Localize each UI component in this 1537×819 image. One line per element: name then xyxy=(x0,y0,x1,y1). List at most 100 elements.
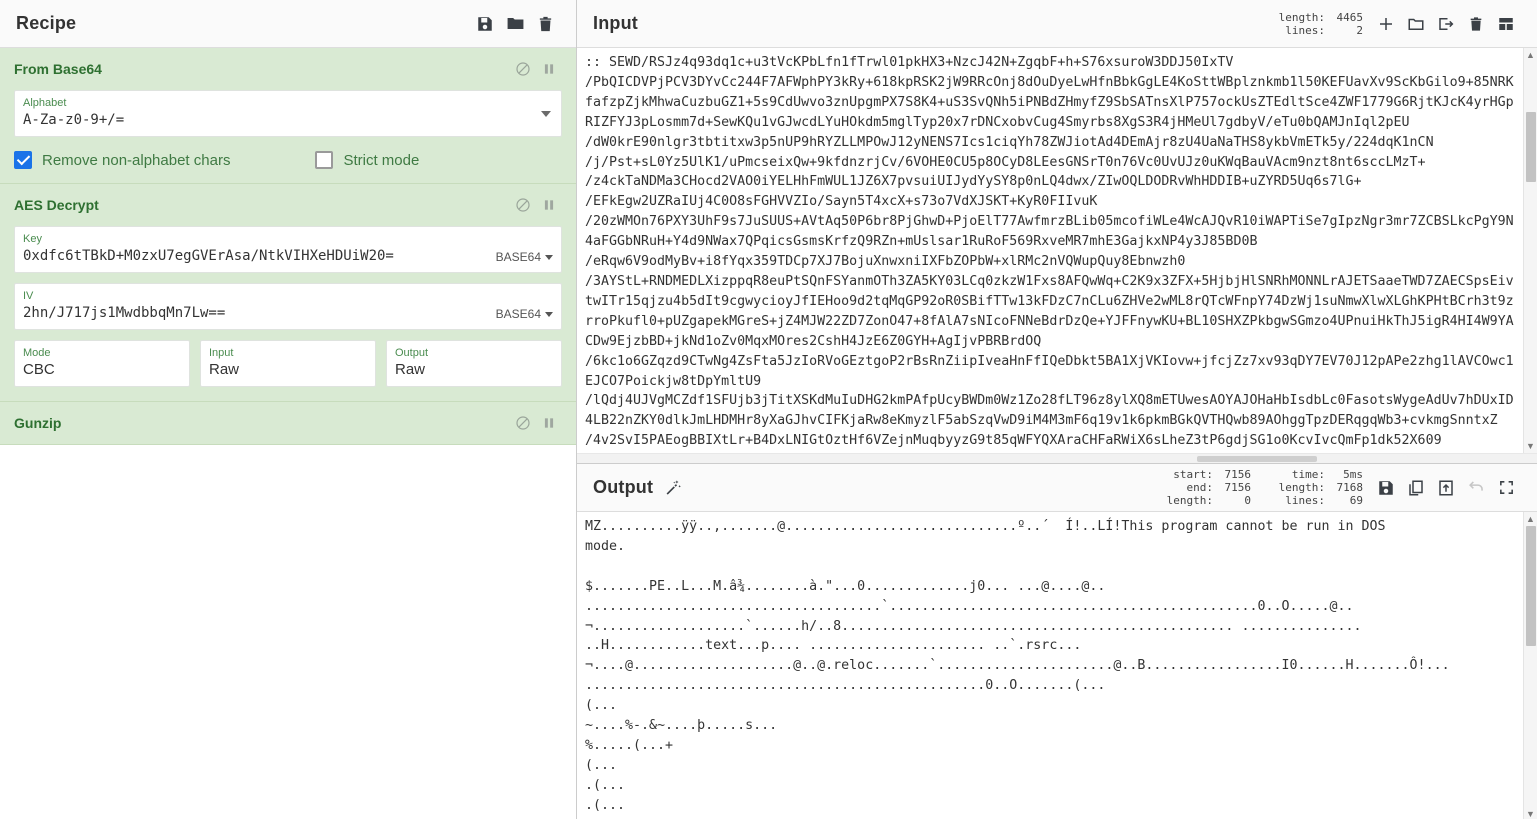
stat-value: 69 xyxy=(1349,494,1363,507)
output-stat-lines: lines: 69 xyxy=(1273,494,1363,507)
aes-output-field[interactable]: Output Raw xyxy=(386,340,562,387)
scroll-down-icon[interactable]: ▼ xyxy=(1524,807,1537,819)
iv-value[interactable]: 2hn/J717js1MwdbbqMn7Lw== xyxy=(23,303,486,323)
clear-io-button[interactable] xyxy=(1461,9,1491,39)
aes-input-value: Raw xyxy=(209,361,240,378)
checkbox-label: Strict mode xyxy=(343,151,420,169)
disable-operation-icon[interactable] xyxy=(510,412,536,434)
strict-mode-checkbox[interactable]: Strict mode xyxy=(315,151,419,169)
recipe-operation-list[interactable]: From Base64 Alphabet A-Za-z0-9+/= Remove… xyxy=(0,48,576,819)
iv-row: IV 2hn/J717js1MwdbbqMn7Lw== BASE64 xyxy=(14,283,562,330)
checkbox-box[interactable] xyxy=(14,151,32,169)
output-title-bar: Output start: 7156 end: 7156 length: 0 t… xyxy=(577,464,1537,512)
clear-recipe-button[interactable] xyxy=(530,9,560,39)
input-section: Input length: 4465 lines: 2:: SEWD/RSJz… xyxy=(577,0,1537,464)
iv-field[interactable]: IV 2hn/J717js1MwdbbqMn7Lw== BASE64 xyxy=(14,283,562,330)
input-textarea-wrap[interactable]: :: SEWD/RSJz4q93dq1c+u3tVcKPbLfn1fTrwl01… xyxy=(577,48,1537,453)
key-field[interactable]: Key 0xdfc6tTBkD+M0zxU7egGVErAsa/NtkVIHXe… xyxy=(14,226,562,273)
add-input-tab-button[interactable] xyxy=(1371,9,1401,39)
output-vertical-scrollbar[interactable]: ▲ ▼ xyxy=(1523,512,1537,819)
key-value[interactable]: 0xdfc6tTBkD+M0zxU7egGVErAsa/NtkVIHXeHDUi… xyxy=(23,246,486,266)
io-pane: Input length: 4465 lines: 2:: SEWD/RSJz… xyxy=(577,0,1537,819)
load-recipe-button[interactable] xyxy=(500,9,530,39)
breakpoint-pause-icon[interactable] xyxy=(536,412,562,434)
stat-key: lines: xyxy=(1285,494,1325,507)
output-textarea[interactable]: MZ..........ÿÿ..,.......@...............… xyxy=(577,512,1523,819)
operation-gunzip[interactable]: Gunzip xyxy=(0,402,576,445)
aes-input-label: Input xyxy=(209,347,234,359)
remove-non-alphabet-chars-checkbox[interactable]: Remove non-alphabet chars xyxy=(14,151,230,169)
operation-header: From Base64 xyxy=(14,58,562,80)
mode-label: Mode xyxy=(23,347,51,359)
iv-encoding-select[interactable]: BASE64 xyxy=(486,307,553,323)
disable-operation-icon[interactable] xyxy=(510,58,536,80)
input-horizontal-scrollbar[interactable] xyxy=(577,453,1537,463)
scrollbar-thumb[interactable] xyxy=(1197,456,1317,462)
stat-key: time: xyxy=(1291,468,1325,481)
base64-checkbox-row: Remove non-alphabet chars Strict mode xyxy=(14,151,562,169)
breakpoint-pause-icon[interactable] xyxy=(536,194,562,216)
stat-key: end: xyxy=(1186,481,1214,494)
save-recipe-button[interactable] xyxy=(470,9,500,39)
chevron-down-icon xyxy=(545,254,553,260)
output-stats-right: time: 5ms length: 7168 lines: 69 xyxy=(1273,468,1371,507)
iv-label: IV xyxy=(23,290,34,302)
undo-button[interactable] xyxy=(1461,473,1491,503)
aes-output-label: Output xyxy=(395,347,429,359)
operation-title: AES Decrypt xyxy=(14,197,99,213)
recipe-pane-title: Recipe xyxy=(16,13,77,33)
output-stat-start: start: 7156 xyxy=(1161,468,1251,481)
stat-value: 5ms xyxy=(1343,468,1363,481)
stat-value: 7168 xyxy=(1336,481,1364,494)
disable-operation-icon[interactable] xyxy=(510,194,536,216)
copy-output-button[interactable] xyxy=(1401,473,1431,503)
stat-value: 7156 xyxy=(1224,481,1252,494)
output-stats: start: 7156 end: 7156 length: 0 time: 5m… xyxy=(1161,468,1371,507)
output-stat-end: end: 7156 xyxy=(1161,481,1252,494)
save-output-button[interactable] xyxy=(1371,473,1401,503)
input-vertical-scrollbar[interactable]: ▲ ▼ xyxy=(1523,48,1537,453)
open-folder-button[interactable] xyxy=(1401,9,1431,39)
mode-input-output-row: Mode CBC Input Raw Output Raw xyxy=(14,340,562,387)
magic-wand-icon[interactable] xyxy=(663,478,682,497)
scroll-up-icon[interactable]: ▲ xyxy=(1524,48,1537,62)
recipe-pane: Recipe From Base64 Alphabet A-Za-z0-9+/=… xyxy=(0,0,577,819)
stat-key: lines: xyxy=(1285,23,1325,37)
key-row: Key 0xdfc6tTBkD+M0zxU7egGVErAsa/NtkVIHXe… xyxy=(14,226,562,273)
output-stat-length: length: 7168 xyxy=(1273,481,1363,494)
alphabet-field[interactable]: Alphabet A-Za-z0-9+/= xyxy=(14,90,562,137)
scrollbar-thumb[interactable] xyxy=(1525,112,1536,182)
mode-field[interactable]: Mode CBC xyxy=(14,340,190,387)
checkbox-box[interactable] xyxy=(315,151,334,169)
operation-header: Gunzip xyxy=(14,412,562,434)
scrollbar-track[interactable] xyxy=(1524,526,1537,807)
stat-key: length: xyxy=(1166,494,1213,507)
maximise-output-button[interactable] xyxy=(1491,473,1521,503)
alphabet-value: A-Za-z0-9+/= xyxy=(23,112,125,128)
output-textarea-wrap[interactable]: MZ..........ÿÿ..,.......@...............… xyxy=(577,512,1537,819)
input-pane-title: Input xyxy=(593,13,638,33)
key-encoding-select[interactable]: BASE64 xyxy=(486,250,553,266)
operation-title: From Base64 xyxy=(14,61,102,77)
stat-key: length: xyxy=(1278,481,1325,494)
scroll-up-icon[interactable]: ▲ xyxy=(1524,512,1537,526)
aes-output-value: Raw xyxy=(395,361,426,378)
aes-input-field[interactable]: Input Raw xyxy=(200,340,376,387)
alphabet-label: Alphabet xyxy=(23,97,67,109)
operation-aes-decrypt[interactable]: AES Decrypt Key 0xdfc6tTBkD+M0zxU7egGVEr… xyxy=(0,184,576,402)
chevron-down-icon[interactable] xyxy=(541,110,551,117)
output-pane-title: Output xyxy=(593,477,654,497)
scrollbar-thumb[interactable] xyxy=(1525,526,1536,646)
stat-value: 2 xyxy=(1356,23,1363,37)
recipe-title-bar: Recipe xyxy=(0,0,576,48)
open-file-as-input-button[interactable] xyxy=(1431,9,1461,39)
operation-from-base64[interactable]: From Base64 Alphabet A-Za-z0-9+/= Remove… xyxy=(0,48,576,184)
replace-input-with-output-button[interactable] xyxy=(1431,473,1461,503)
scroll-down-icon[interactable]: ▼ xyxy=(1524,439,1537,453)
breakpoint-pause-icon[interactable] xyxy=(536,58,562,80)
stat-key: start: xyxy=(1173,468,1213,481)
input-textarea[interactable]: :: SEWD/RSJz4q93dq1c+u3tVcKPbLfn1fTrwl01… xyxy=(577,48,1523,453)
scrollbar-track[interactable] xyxy=(1524,62,1537,439)
reset-pane-layout-button[interactable] xyxy=(1491,9,1521,39)
cyberchef-app: Recipe From Base64 Alphabet A-Za-z0-9+/=… xyxy=(0,0,1537,819)
